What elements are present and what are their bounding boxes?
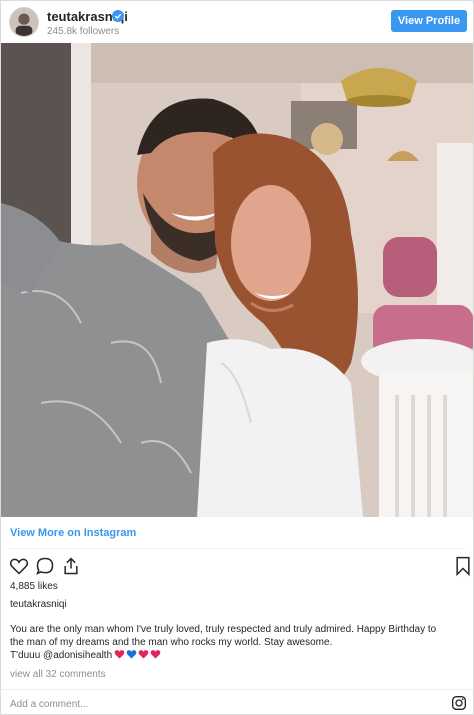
heart-emoji-icon: [150, 649, 161, 659]
caption-line: T'duuu @adonisihealth: [10, 649, 464, 662]
heart-emoji-icon: [138, 649, 149, 659]
caption-line: the man of my dreams and the man who roc…: [10, 637, 333, 648]
post-header: teutakrasniqi 245.8k followers View Prof…: [1, 1, 473, 43]
heart-emoji-icon: [114, 649, 125, 659]
view-all-comments-link[interactable]: view all 32 comments: [10, 669, 106, 680]
divider: [1, 689, 473, 690]
instagram-logo-icon[interactable]: [451, 695, 467, 711]
caption-username[interactable]: teutakrasniqi: [10, 599, 67, 610]
post-photo[interactable]: [1, 43, 473, 517]
caption-mention-line: T'duuu @adonisihealth: [10, 650, 113, 662]
action-bar: [9, 555, 470, 579]
view-profile-button[interactable]: View Profile: [391, 10, 467, 32]
avatar[interactable]: [9, 7, 39, 37]
heart-outline-icon[interactable]: [9, 555, 29, 577]
add-comment-input[interactable]: Add a comment...: [10, 699, 88, 710]
heart-emojis: [114, 649, 162, 662]
like-count[interactable]: 4,885 likes: [10, 581, 58, 592]
divider: [9, 548, 465, 549]
view-more-on-instagram-link[interactable]: View More on Instagram: [10, 527, 136, 539]
follower-count: 245.8k followers: [47, 26, 120, 37]
post-caption: You are the only man whom I've truly lov…: [10, 623, 464, 662]
verified-badge-icon: [112, 9, 124, 22]
comment-bubble-icon[interactable]: [35, 555, 55, 577]
caption-line: You are the only man whom I've truly lov…: [10, 624, 437, 635]
bookmark-icon[interactable]: [453, 555, 473, 577]
instagram-embed-card: teutakrasniqi 245.8k followers View Prof…: [0, 0, 474, 715]
share-icon[interactable]: [61, 555, 81, 577]
heart-emoji-icon: [126, 649, 137, 659]
